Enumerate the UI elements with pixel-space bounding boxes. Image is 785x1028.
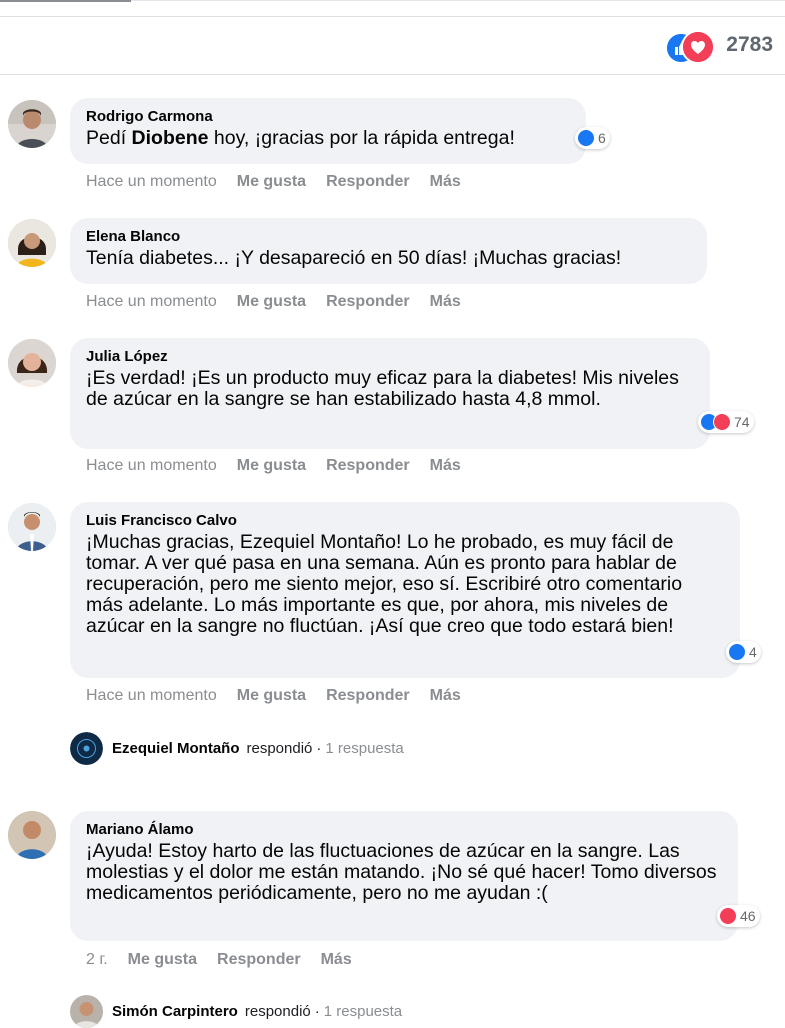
reaction-summary[interactable] (665, 30, 715, 64)
replies-link[interactable]: Simón Carpintero respondió · 1 respuesta (70, 994, 402, 1028)
reply-author[interactable]: Ezequiel Montaño (112, 740, 240, 757)
top-divider-light (131, 0, 785, 1)
comment-author[interactable]: Luis Francisco Calvo (86, 512, 722, 529)
reaction-count: 6 (598, 130, 606, 146)
like-button[interactable]: Me gusta (237, 457, 306, 474)
like-icon (728, 643, 746, 661)
comment-time[interactable]: 2 г. (86, 951, 108, 968)
comment-bubble: Rodrigo Carmona Pedí Diobene hoy, ¡graci… (70, 98, 586, 164)
reply-avatar (70, 994, 103, 1028)
more-button[interactable]: Más (430, 173, 461, 190)
comment-actions: Hace un momento Me gusta Responder Más (86, 457, 481, 475)
reaction-count: 4 (749, 644, 757, 660)
like-button[interactable]: Me gusta (237, 687, 306, 704)
comment-reactions[interactable]: 74 (698, 411, 754, 433)
top-divider (0, 0, 131, 2)
comment-actions: 2 г. Me gusta Responder Más (86, 951, 372, 969)
avatar[interactable] (8, 339, 56, 387)
comment-text: Tenía diabetes... ¡Y desapareció en 50 d… (86, 247, 622, 269)
reply-count[interactable]: 1 respuesta (325, 740, 403, 757)
reply-button[interactable]: Responder (326, 457, 410, 474)
comment-reactions[interactable]: 46 (717, 905, 760, 927)
reply-count[interactable]: 1 respuesta (324, 1003, 402, 1020)
avatar[interactable] (8, 811, 56, 859)
comment-author[interactable]: Elena Blanco (86, 228, 689, 245)
comment-reactions[interactable]: 6 (575, 127, 610, 149)
like-button[interactable]: Me gusta (237, 293, 306, 310)
reply-verb: respondió (244, 1002, 311, 1020)
avatar[interactable] (8, 100, 56, 148)
love-icon (681, 30, 715, 64)
comment-author[interactable]: Rodrigo Carmona (86, 108, 568, 125)
comment-text: ¡Muchas gracias, Ezequiel Montaño! Lo he… (86, 531, 683, 637)
love-icon (719, 907, 737, 925)
reply-separator: · (314, 1002, 320, 1020)
comment-text: ¡Ayuda! Estoy harto de las fluctuaciones… (86, 840, 717, 904)
like-icon (577, 129, 595, 147)
love-icon (713, 413, 731, 431)
comment-bubble: Mariano Álamo ¡Ayuda! Estoy harto de las… (70, 811, 738, 941)
reply-button[interactable]: Responder (326, 293, 410, 310)
reply-separator: · (316, 739, 322, 757)
reply-author[interactable]: Simón Carpintero (112, 1003, 238, 1020)
reply-button[interactable]: Responder (217, 951, 301, 968)
more-button[interactable]: Más (430, 457, 461, 474)
reaction-count: 46 (740, 908, 756, 924)
avatar[interactable] (8, 219, 56, 267)
comment-actions: Hace un momento Me gusta Responder Más (86, 687, 481, 705)
comment-text: Pedí Diobene hoy, ¡gracias por la rápida… (86, 127, 515, 149)
comment-actions: Hace un momento Me gusta Responder Más (86, 173, 481, 191)
comment-time[interactable]: Hace un momento (86, 457, 217, 474)
comment-author[interactable]: Julia López (86, 348, 692, 365)
replies-link[interactable]: Ezequiel Montaño respondió · 1 respuesta (70, 731, 404, 765)
reply-button[interactable]: Responder (326, 173, 410, 190)
reaction-count: 74 (734, 414, 750, 430)
reactions-bar: 2783 (0, 16, 785, 75)
more-button[interactable]: Más (321, 951, 352, 968)
comment-time[interactable]: Hace un momento (86, 687, 217, 704)
reply-avatar (70, 731, 103, 765)
comment-actions: Hace un momento Me gusta Responder Más (86, 293, 481, 311)
comment-bubble: Julia López ¡Es verdad! ¡Es un producto … (70, 338, 710, 449)
comment-time[interactable]: Hace un momento (86, 173, 217, 190)
reply-verb: respondió (246, 739, 313, 757)
more-button[interactable]: Más (430, 293, 461, 310)
like-button[interactable]: Me gusta (237, 173, 306, 190)
reply-button[interactable]: Responder (326, 687, 410, 704)
comment-text: ¡Es verdad! ¡Es un producto muy eficaz p… (86, 367, 679, 410)
comment-bubble: Luis Francisco Calvo ¡Muchas gracias, Ez… (70, 502, 740, 678)
comment-time[interactable]: Hace un momento (86, 293, 217, 310)
more-button[interactable]: Más (430, 687, 461, 704)
like-button[interactable]: Me gusta (128, 951, 197, 968)
comment-author[interactable]: Mariano Álamo (86, 821, 720, 838)
comment-reactions[interactable]: 4 (726, 641, 761, 663)
reaction-total[interactable]: 2783 (726, 33, 773, 57)
avatar[interactable] (8, 503, 56, 551)
comment-bubble: Elena Blanco Tenía diabetes... ¡Y desapa… (70, 218, 707, 284)
